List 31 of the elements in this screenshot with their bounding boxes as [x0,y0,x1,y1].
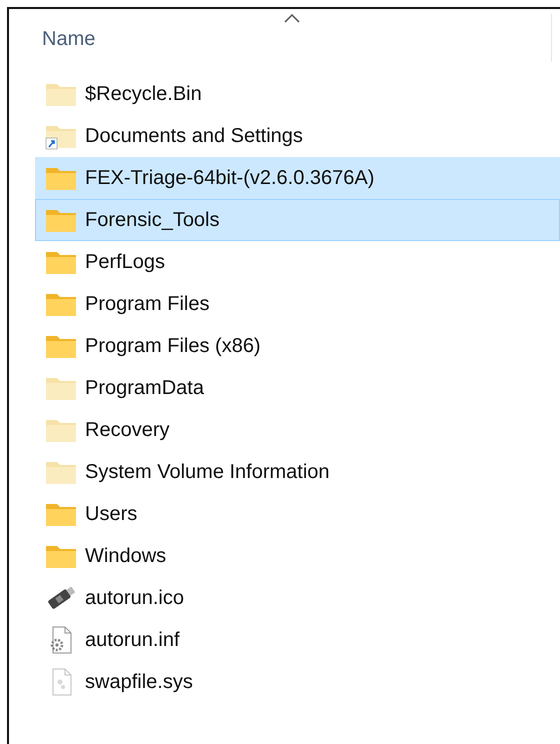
file-name: autorun.inf [85,628,180,652]
file-row[interactable]: FEX-Triage-64bit-(v2.6.0.3676A) [35,157,560,199]
file-name: $Recycle.Bin [85,82,202,106]
file-row[interactable]: PerfLogs [35,241,560,283]
file-name: autorun.ico [85,586,184,610]
file-name: swapfile.sys [85,670,193,694]
file-name: Users [85,502,138,526]
file-row[interactable]: Forensic_Tools [35,199,560,241]
file-name: Documents and Settings [85,124,303,148]
file-row[interactable]: Program Files [35,283,560,325]
file-row[interactable]: swapfile.sys [35,661,560,703]
file-row[interactable]: $Recycle.Bin [35,73,560,115]
file-name: Program Files (x86) [85,334,261,358]
file-row[interactable]: Windows [35,535,560,577]
file-row[interactable]: Users [35,493,560,535]
file-name: ProgramData [85,376,204,400]
file-row[interactable]: System Volume Information [35,451,560,493]
file-name: Windows [85,544,166,568]
file-row[interactable]: Recovery [35,409,560,451]
file-name: Forensic_Tools [85,208,220,232]
file-row[interactable]: Program Files (x86) [35,325,560,367]
file-name: Program Files [85,292,210,316]
file-row[interactable]: ProgramData [35,367,560,409]
file-name: FEX-Triage-64bit-(v2.6.0.3676A) [85,166,374,190]
file-name: Recovery [85,418,170,442]
file-row[interactable]: autorun.inf [35,619,560,661]
file-name: PerfLogs [85,250,166,274]
file-row[interactable]: autorun.ico [35,577,560,619]
file-name: System Volume Information [85,460,330,484]
file-row[interactable]: Documents and Settings [35,115,560,157]
column-header[interactable]: Name [42,28,96,50]
